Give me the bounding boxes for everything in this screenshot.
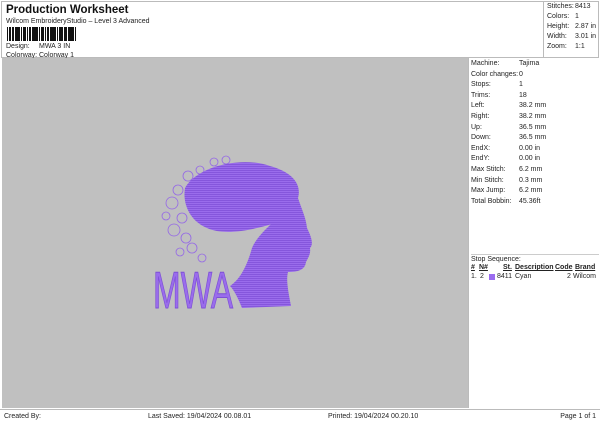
stat-width: Width: 3.01 in xyxy=(547,33,597,40)
page-number: Page 1 of 1 xyxy=(560,413,596,420)
detail-row: EndX: 0.00 in xyxy=(471,144,541,152)
column-header: Description xyxy=(515,264,554,271)
detail-row: Left: 38.2 mm xyxy=(471,102,547,110)
row-num: 1. xyxy=(471,273,477,280)
column-header: # xyxy=(471,264,475,271)
embroidery-design: MWA xyxy=(153,155,312,321)
column-header: St. xyxy=(503,264,512,271)
row-stitches: 8411 xyxy=(497,273,513,280)
row-needle: 2 xyxy=(480,273,484,280)
row-description: Cyan xyxy=(515,273,532,280)
detail-row: Max Jump: 6.2 mm xyxy=(471,187,543,195)
column-header: Code xyxy=(555,264,573,271)
detail-row: EndY: 0.00 in xyxy=(471,155,541,163)
detail-row: Machine: Tajima xyxy=(471,60,540,67)
column-header: Brand xyxy=(575,264,596,271)
detail-row: Min Stitch: 0.3 mm xyxy=(471,176,543,184)
created-by: Created By: xyxy=(4,413,41,420)
detail-row: Up: 36.5 mm xyxy=(471,123,547,131)
detail-row: Max Stitch: 6.2 mm xyxy=(471,166,543,173)
design-preview: MWA xyxy=(2,58,468,408)
stat-stitches: Stitches: 8413 xyxy=(547,3,591,10)
row-brand: Wilcom xyxy=(573,273,596,280)
stat-colors: Colors: 1 xyxy=(547,13,579,20)
thread-color-swatch xyxy=(489,274,495,280)
column-header: N# xyxy=(479,264,488,271)
footer: Created By: Last Saved: 19/04/2024 00.08… xyxy=(0,409,600,424)
page-title: Production Worksheet xyxy=(6,4,129,16)
barcode xyxy=(7,27,77,41)
design-value: MWA 3 IN xyxy=(39,43,71,50)
detail-row: Trims: 18 xyxy=(471,91,527,99)
worksheet-header: Production Worksheet Wilcom EmbroiderySt… xyxy=(1,1,599,59)
detail-row: Total Bobbin: 45.36ft xyxy=(471,197,541,205)
design-text: MWA xyxy=(153,262,233,320)
detail-row: Stops: 1 xyxy=(471,81,523,89)
stat-zoom: Zoom: 1:1 xyxy=(547,43,585,50)
stats-box: Stitches: 8413 Colors: 1 Height: 2.87 in Wi… xyxy=(543,1,599,58)
stop-sequence-title: Stop Sequence: xyxy=(471,254,599,263)
design-label: Design: xyxy=(6,43,30,50)
printed-date: Printed: 19/04/2024 00.20.10 xyxy=(328,413,419,420)
last-saved: Last Saved: 19/04/2024 00.08.01 xyxy=(148,413,252,420)
detail-row: Color changes: 0 xyxy=(471,70,523,78)
row-code: 2 xyxy=(567,273,571,280)
detail-row: Down: 36.5 mm xyxy=(471,134,547,142)
detail-row: Right: 38.2 mm xyxy=(471,113,547,120)
details-panel: Machine: Tajima Color changes: 0 Stops: 1 Trim… xyxy=(468,58,599,408)
software-name: Wilcom EmbroideryStudio – Level 3 Advanc… xyxy=(6,18,150,25)
stat-height: Height: 2.87 in xyxy=(547,23,597,30)
